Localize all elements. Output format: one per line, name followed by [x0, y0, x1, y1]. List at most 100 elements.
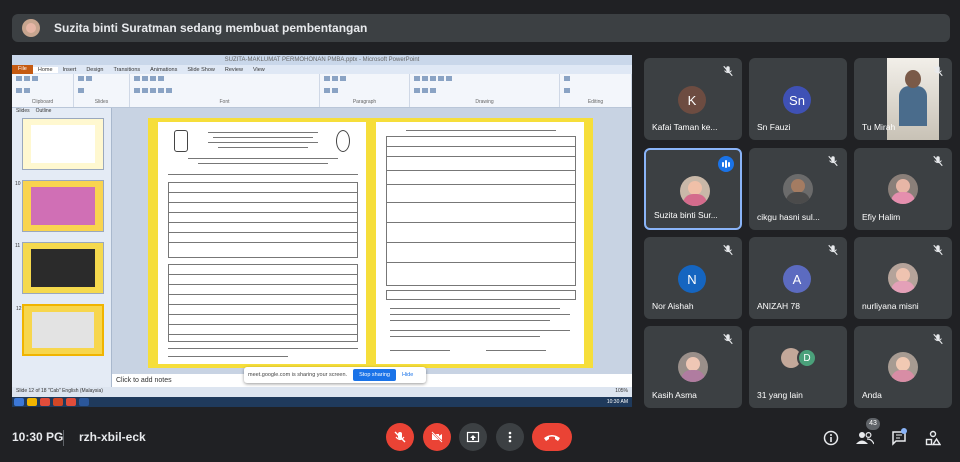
slide-thumbnail: 11 [15, 242, 104, 294]
mic-toggle-button[interactable] [386, 423, 414, 451]
pane-tab-outline: Outline [35, 108, 52, 114]
meeting-controls-bar: 10:30 PG rzh-xbil-eck [0, 414, 960, 462]
mic-off-icon [827, 243, 841, 257]
more-options-button[interactable] [496, 423, 524, 451]
participant-avatar [678, 352, 708, 382]
participant-name: Efiy Halim [862, 212, 901, 222]
mic-off-icon [932, 332, 946, 346]
ppt-ribbon: Clipboard Slides Font Paragraph Drawing … [12, 74, 632, 108]
participant-name: cikgu hasni sul... [757, 212, 820, 222]
meeting-code: rzh-xbil-eck [79, 430, 146, 444]
ppt-tab-slideshow: Slide Show [187, 66, 215, 73]
camera-off-icon [431, 431, 443, 443]
mic-off-icon [394, 431, 406, 443]
participant-tile[interactable]: N Nor Aishah [644, 237, 742, 319]
participant-name: ANIZAH 78 [757, 301, 800, 311]
participant-tile[interactable]: D 31 yang lain [749, 326, 847, 408]
taskbar-clock: 10:30 AM [606, 399, 628, 405]
participant-avatar [783, 174, 813, 204]
more-vert-icon [508, 431, 512, 443]
mic-off-icon [722, 243, 736, 257]
slide-thumbnail: 10 [15, 180, 104, 232]
ribbon-group-slides: Slides [74, 74, 130, 107]
word-icon [79, 398, 89, 406]
ppt-zoom-level: 105% [615, 388, 628, 394]
end-call-button[interactable] [532, 423, 572, 451]
participant-name: Kasih Asma [652, 390, 697, 400]
people-button[interactable] [856, 429, 874, 447]
participant-avatar [888, 263, 918, 293]
participant-tile[interactable]: Suzita binti Sur... [644, 148, 742, 230]
participant-tile[interactable]: nurliyana misni [854, 237, 952, 319]
participant-name: Nor Aishah [652, 301, 694, 311]
folder-icon [27, 398, 37, 406]
more-participants-avatars: D [781, 348, 817, 368]
slide-thumbnail [22, 118, 104, 170]
participant-tile[interactable]: Kasih Asma [644, 326, 742, 408]
present-screen-button[interactable] [459, 423, 487, 451]
start-icon [14, 398, 24, 406]
form-document-right [376, 122, 584, 364]
chrome-icon [66, 398, 76, 406]
mic-off-icon [932, 154, 946, 168]
participant-tile[interactable]: Tu Mirah [854, 58, 952, 140]
mic-off-icon [827, 154, 841, 168]
crest-logo [174, 130, 188, 152]
chrome-icon [40, 398, 50, 406]
shared-screen[interactable]: SUZITA-MAKLUMAT PERMOHONAN PMBA.pptx - M… [12, 55, 632, 407]
ppt-tab-insert: Insert [62, 66, 77, 73]
mic-off-icon [932, 243, 946, 257]
windows-taskbar: 10:30 AM [12, 397, 632, 407]
participant-avatar: A [783, 265, 811, 293]
camera-toggle-button[interactable] [423, 423, 451, 451]
participant-name: Kafai Taman ke... [652, 122, 718, 132]
participant-name: Anda [862, 390, 882, 400]
participant-tile[interactable]: K Kafai Taman ke... [644, 58, 742, 140]
participant-tile[interactable]: cikgu hasni sul... [749, 148, 847, 230]
ppt-tab-view: View [252, 66, 265, 73]
participant-avatar: Sn [783, 86, 811, 114]
ribbon-group-editing: Editing [560, 74, 632, 107]
screen-share-notification: meet.google.com is sharing your screen. … [244, 367, 426, 383]
chat-notification-dot [901, 428, 907, 434]
participant-name: 31 yang lain [757, 390, 803, 400]
participant-avatar [888, 352, 918, 382]
info-icon [823, 430, 839, 446]
ppt-tab-transitions: Transitions [113, 66, 141, 73]
phone-hangup-icon [544, 435, 560, 441]
meet-window: Suzita binti Suratman sedang membuat pem… [0, 0, 960, 462]
ppt-workspace: Slides Outline 10 11 12 Click to add not… [12, 108, 632, 397]
ppt-tab-review: Review [224, 66, 243, 73]
ppt-title-bar: SUZITA-MAKLUMAT PERMOHONAN PMBA.pptx - M… [12, 55, 632, 65]
slide-thumbnail-selected: 12 [16, 304, 104, 356]
ppt-ribbon-tabs: File Home Insert Design Transitions Anim… [12, 65, 632, 74]
meeting-time: 10:30 PG [12, 430, 64, 444]
meeting-info-button[interactable] [822, 429, 840, 447]
ppt-status-text: Slide 12 of 18 "Cab" English (Malaysia) [16, 388, 103, 394]
speaking-indicator-icon [718, 156, 734, 172]
ppt-tab-design: Design [86, 66, 104, 73]
ribbon-group-clipboard: Clipboard [12, 74, 74, 107]
participant-tile[interactable]: Efiy Halim [854, 148, 952, 230]
participant-count-badge: 43 [866, 418, 880, 430]
hide-share-bar-button[interactable]: Hide [402, 372, 413, 378]
presenter-banner: Suzita binti Suratman sedang membuat pem… [12, 14, 950, 42]
stop-sharing-button[interactable]: Stop sharing [353, 369, 396, 381]
participant-avatar: N [678, 265, 706, 293]
participant-tile[interactable]: Sn Sn Fauzi [749, 58, 847, 140]
ribbon-group-paragraph: Paragraph [320, 74, 410, 107]
participant-name: Tu Mirah [862, 122, 896, 132]
participant-tile[interactable]: A ANIZAH 78 [749, 237, 847, 319]
school-logo [336, 130, 350, 152]
pane-tab-slides: Slides [16, 108, 30, 114]
divider [63, 430, 64, 446]
activities-button[interactable] [924, 429, 942, 447]
ppt-tab-animations: Animations [150, 66, 178, 73]
ribbon-group-drawing: Drawing [410, 74, 560, 107]
participant-tile[interactable]: Anda [854, 326, 952, 408]
people-icon [856, 431, 874, 445]
participant-avatar [680, 176, 710, 206]
participant-name: nurliyana misni [862, 301, 919, 311]
participant-avatar: K [678, 86, 706, 114]
participant-name: Sn Fauzi [757, 122, 791, 132]
